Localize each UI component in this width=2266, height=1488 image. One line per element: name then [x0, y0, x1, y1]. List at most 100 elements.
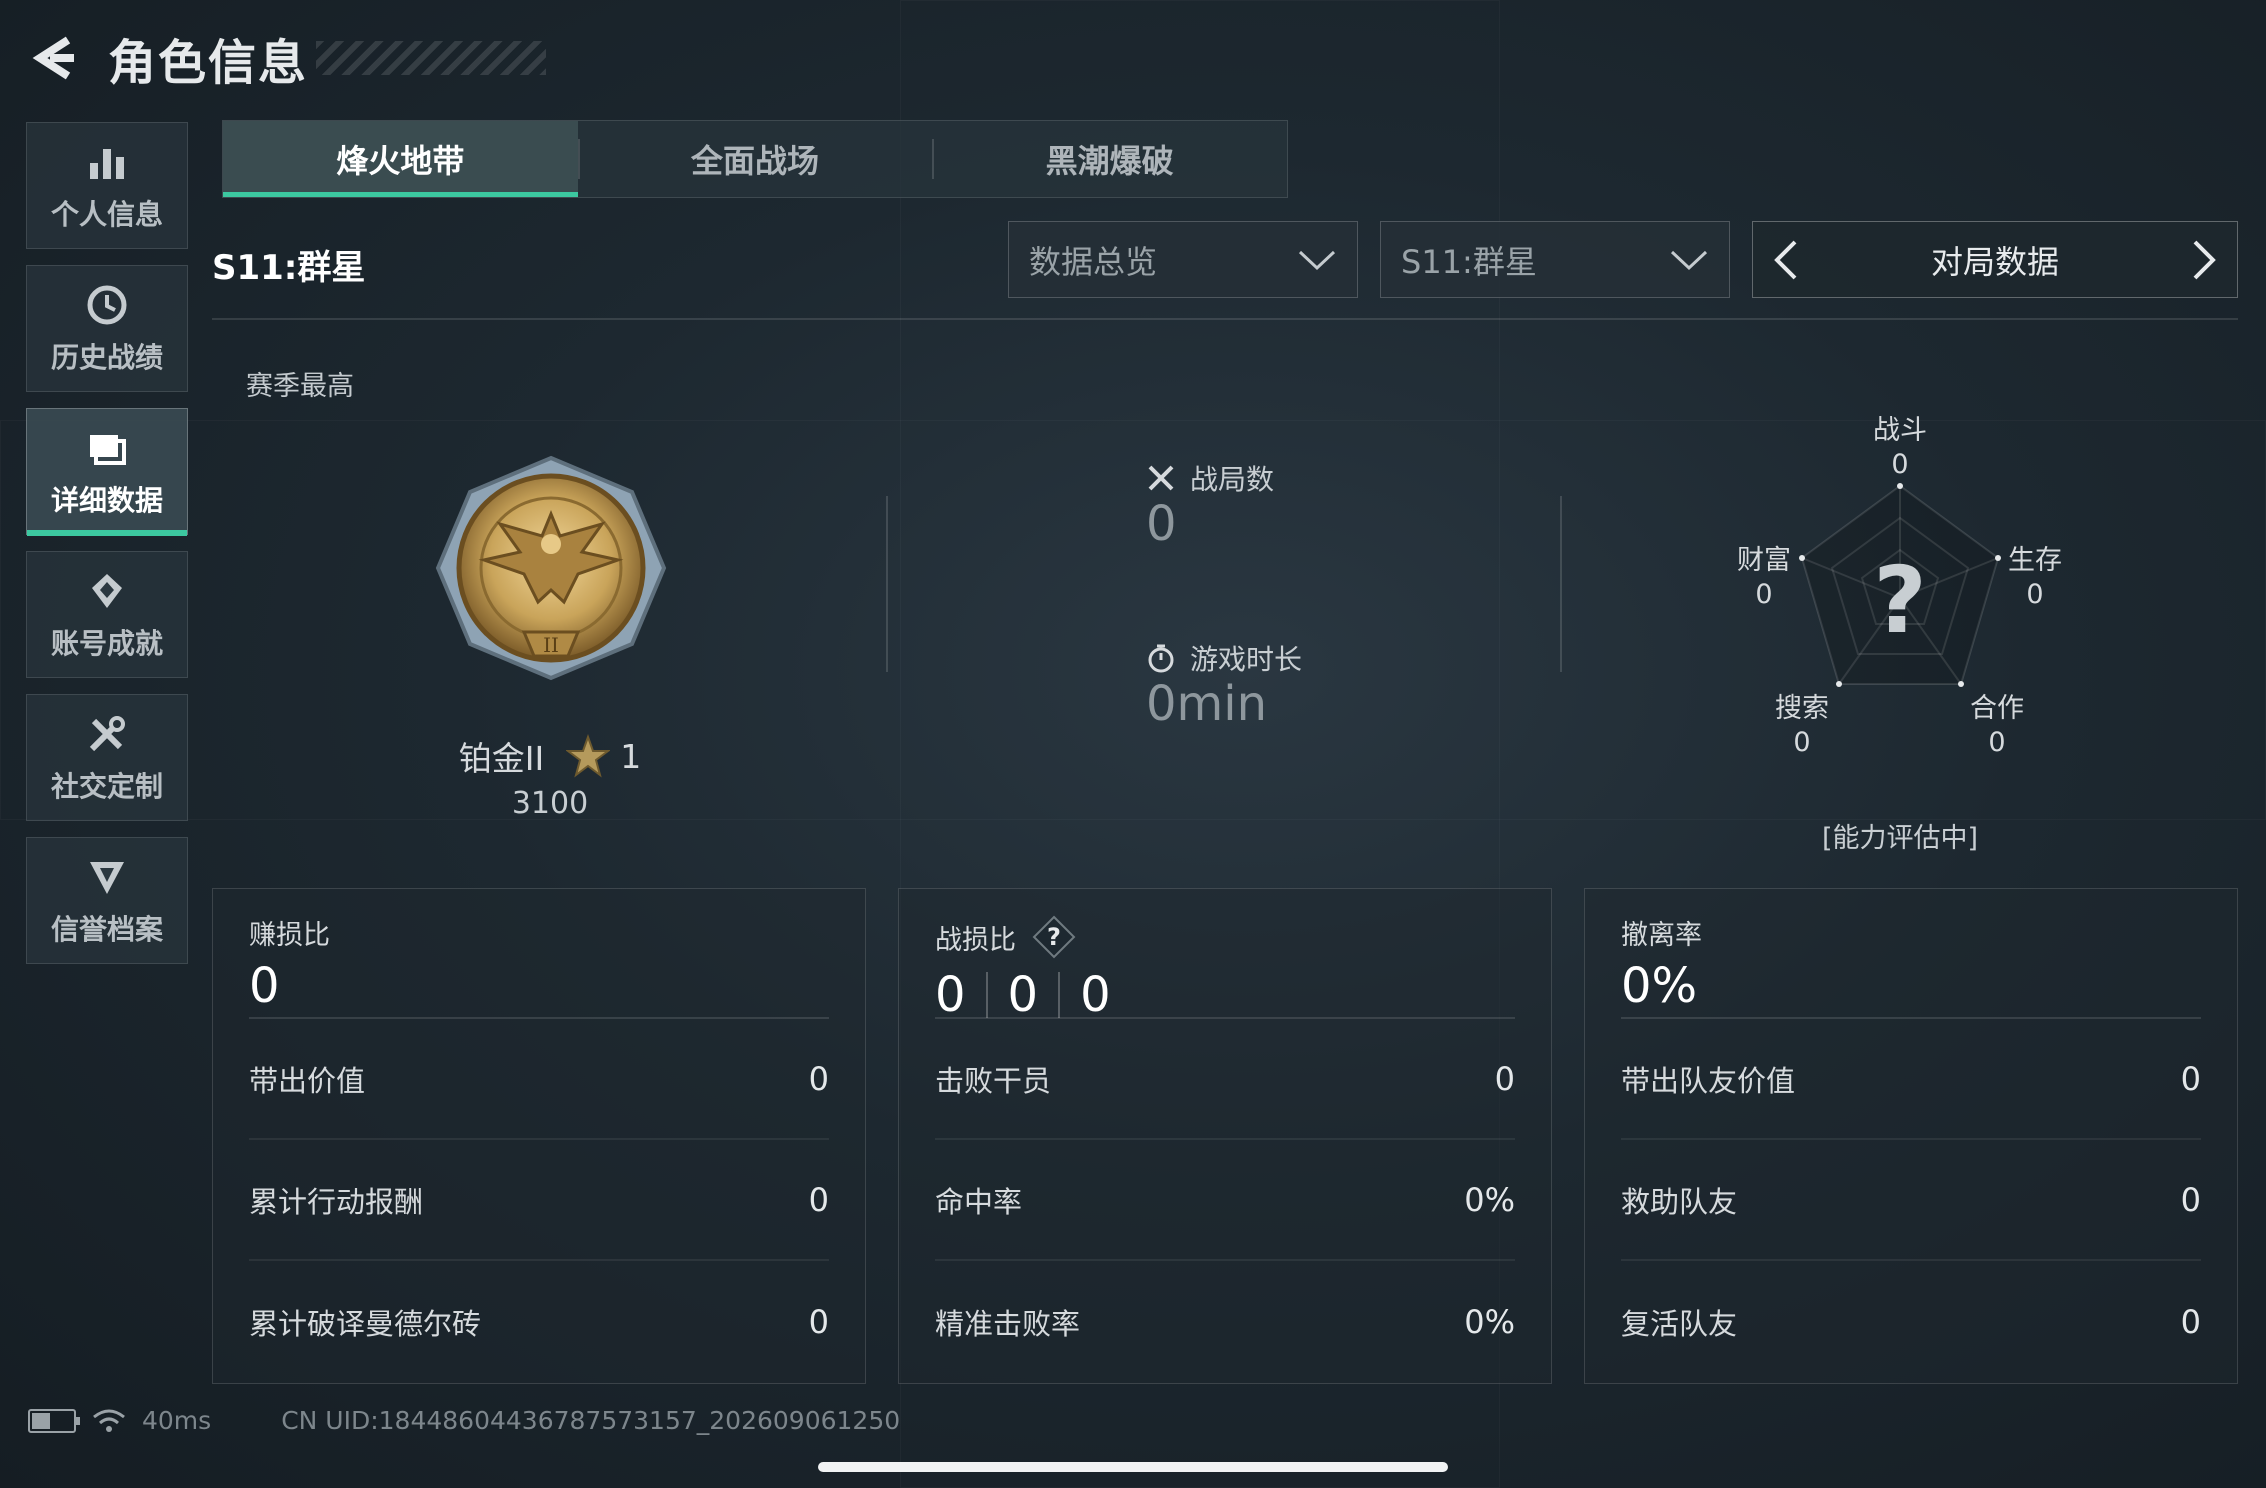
value-separator [1058, 972, 1061, 1018]
value-separator [985, 972, 988, 1018]
table-row: 救助队友 0 [1621, 1140, 2201, 1261]
row-label: 命中率 [935, 1184, 1023, 1219]
sidebar-item-label: 个人信息 [50, 197, 163, 231]
sidebar-item-history[interactable]: 历史战绩 [26, 265, 188, 392]
profit-loss-panel: 赚损比 0 带出价值 0 累计行动报酬 0 累计破译曼德尔砖 0 [212, 888, 866, 1384]
table-row: 精准击败率 0% [935, 1261, 1515, 1382]
dropdown-value: S11:群星 [1401, 242, 1537, 281]
playtime-stat-label: 游戏时长 [1146, 638, 1302, 678]
panel-title-row: 战损比 ? [935, 913, 1515, 961]
sidebar-item-label: 历史战绩 [50, 340, 163, 374]
sidebar-nav: 个人信息 历史战绩 详细数据 账号成就 社交定制 信誉档案 [26, 122, 188, 980]
row-value: 0 [808, 1302, 829, 1341]
tab-quanmian[interactable]: 全面战场 [577, 121, 933, 197]
row-value: 0 [1494, 1059, 1515, 1098]
matches-label: 战局数 [1190, 463, 1275, 496]
row-value: 0 [2180, 1180, 2201, 1219]
folder-data-icon [90, 434, 126, 465]
dropdown-value: 数据总览 [1029, 242, 1158, 281]
radar-axis-label: 财富 [1737, 545, 1791, 576]
big-value: 0% [1621, 958, 1698, 1014]
rank-name: 铂金II [458, 739, 545, 778]
radar-axis-wealth: 财富 0 [1714, 544, 1814, 612]
row-label: 累计行动报酬 [249, 1184, 424, 1219]
row-value: 0% [1464, 1180, 1515, 1219]
rank-score: 3100 [511, 786, 589, 821]
achievement-icon [92, 573, 122, 608]
section-divider [212, 318, 2238, 320]
radar-status: [能力评估中] [1821, 823, 1979, 854]
radar-axis-cooperation: 合作 0 [1947, 692, 2047, 760]
row-label: 击败干员 [935, 1063, 1052, 1098]
rank-badge-icon: II [435, 455, 667, 681]
sidebar-item-label: 社交定制 [50, 769, 163, 803]
radar-axis-label: 战斗 [1873, 415, 1927, 446]
chevron-left-icon[interactable] [1771, 238, 1801, 282]
status-footer: 40ms CN UID:18448604436787573157_2026090… [28, 1406, 900, 1435]
row-label: 累计破译曼德尔砖 [249, 1306, 482, 1341]
radar-vertex [1958, 681, 1964, 687]
tools-icon [89, 715, 125, 751]
panel-big-value: 0% [1621, 958, 2201, 1014]
rank-row: 铂金II 1 [440, 732, 660, 780]
sidebar-item-label: 账号成就 [50, 626, 163, 660]
sidebar-item-achievements[interactable]: 账号成就 [26, 551, 188, 678]
row-value: 0 [808, 1180, 829, 1219]
history-clock-icon [87, 285, 127, 324]
radar-axis-label: 合作 [1970, 693, 2024, 724]
radar-axis-label: 生存 [2008, 545, 2062, 576]
wifi-icon [93, 1409, 125, 1432]
big-value: 0 [935, 967, 966, 1023]
radar-center-symbol: ? [1873, 547, 1926, 654]
tab-heichao[interactable]: 黑潮爆破 [932, 121, 1287, 197]
sidebar-item-personal-info[interactable]: 个人信息 [26, 122, 188, 249]
title-decoration [316, 41, 547, 75]
big-value: 0 [1007, 967, 1039, 1023]
radar-axis-value: 0 [1988, 727, 2006, 758]
kd-ratio-panel: 战损比 ? 0 0 0 击败干员 0 命中率 0% 精准击败率 0% [898, 888, 1552, 1384]
radar-vertex [1897, 483, 1903, 489]
playtime-label: 游戏时长 [1190, 643, 1303, 676]
big-value: 0 [249, 958, 280, 1014]
svg-text:?: ? [1047, 923, 1061, 951]
table-row: 累计行动报酬 0 [249, 1140, 829, 1261]
page-title: 角色信息 [108, 35, 309, 91]
panel-title: 撤离率 [1621, 920, 1702, 951]
row-label: 精准击败率 [935, 1306, 1081, 1341]
stopwatch-icon [1148, 644, 1174, 673]
user-uid: CN UID:18448604436787573157_202609061250 [281, 1406, 901, 1435]
sidebar-item-social[interactable]: 社交定制 [26, 694, 188, 821]
row-value: 0 [2180, 1059, 2201, 1098]
row-value: 0 [808, 1059, 829, 1098]
matches-stat-label: 战局数 [1146, 458, 1274, 498]
back-arrow-icon[interactable] [28, 32, 80, 84]
panel-big-value: 0 [249, 958, 829, 1014]
season-dropdown[interactable]: S11:群星 [1380, 221, 1730, 298]
big-value: 0 [1080, 967, 1111, 1023]
table-row: 命中率 0% [935, 1140, 1515, 1261]
sidebar-item-label: 信誉档案 [50, 912, 163, 946]
help-icon[interactable]: ? [1030, 913, 1078, 961]
table-row: 带出队友价值 0 [1621, 1019, 2201, 1140]
battery-icon [28, 1408, 80, 1433]
chevron-down-icon [1670, 250, 1708, 270]
sidebar-item-detailed-data[interactable]: 详细数据 [26, 408, 188, 536]
bar-chart-icon [90, 148, 124, 179]
playtime-value: 0min [1146, 676, 1268, 732]
chevron-right-icon[interactable] [2189, 238, 2219, 282]
ping-value: 40ms [142, 1406, 212, 1435]
home-indicator[interactable] [818, 1462, 1448, 1472]
panel-header: 赚损比 0 [249, 889, 829, 1019]
chevron-down-icon [1298, 250, 1336, 270]
row-value: 0 [2180, 1302, 2201, 1341]
sidebar-item-credit[interactable]: 信誉档案 [26, 837, 188, 964]
tab-fenghuo[interactable]: 烽火地带 [223, 121, 578, 197]
row-label: 复活队友 [1621, 1306, 1738, 1341]
overview-dropdown[interactable]: 数据总览 [1008, 221, 1358, 298]
mode-tabs: 烽火地带 全面战场 黑潮爆破 [222, 120, 1288, 198]
data-pager: 对局数据 [1752, 221, 2238, 298]
panel-header: 撤离率 0% [1621, 889, 2201, 1019]
crossed-swords-icon [1148, 465, 1174, 491]
radar-axis-value: 0 [1755, 579, 1773, 610]
panel-title: 战损比 [935, 924, 1016, 956]
